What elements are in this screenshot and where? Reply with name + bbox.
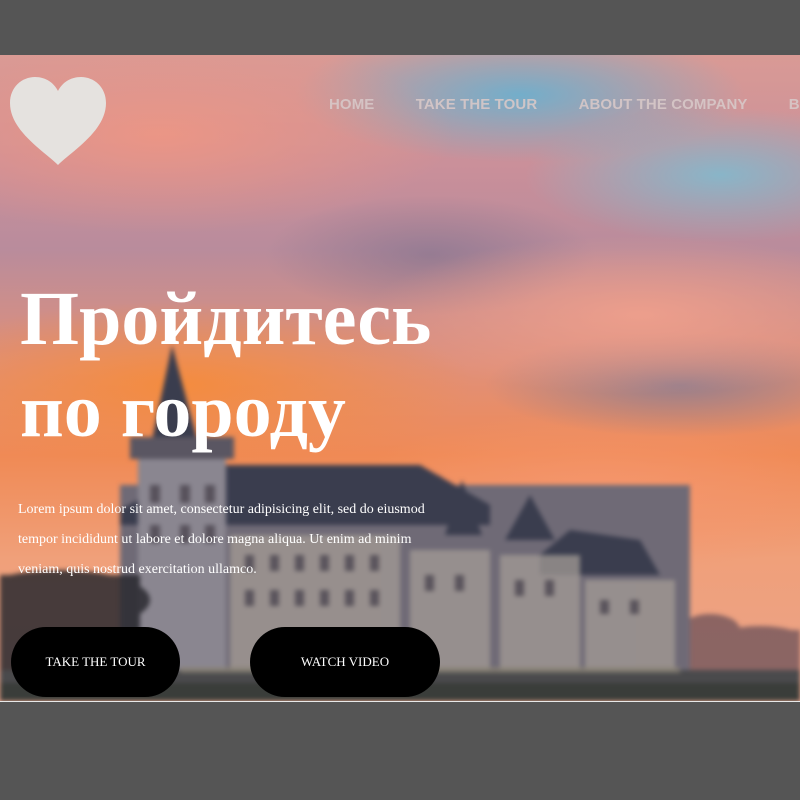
hero-description: Lorem ipsum dolor sit amet, consectetur … xyxy=(18,502,425,577)
hero-bottom-divider xyxy=(0,701,800,702)
nav-item-take-the-tour[interactable]: TAKE THE TOUR xyxy=(416,96,538,113)
hero-title-line-1: Пройдитесь xyxy=(20,277,432,361)
nav-item-home[interactable]: HOME xyxy=(329,96,374,113)
hero-title-line-2: по городу xyxy=(20,369,346,453)
hero-section: HOME TAKE THE TOUR ABOUT THE COMPANY BL … xyxy=(0,55,800,701)
watch-video-button[interactable]: WATCH VIDEO xyxy=(250,627,440,697)
take-the-tour-button[interactable]: TAKE THE TOUR xyxy=(11,627,180,697)
heart-icon[interactable] xyxy=(8,75,108,167)
main-navigation: HOME TAKE THE TOUR ABOUT THE COMPANY BL xyxy=(329,96,800,113)
nav-item-blog[interactable]: BL xyxy=(789,96,800,113)
site-header: HOME TAKE THE TOUR ABOUT THE COMPANY BL xyxy=(0,55,800,165)
hero-title: Пройдитесь по городу xyxy=(20,273,580,457)
nav-item-about-the-company[interactable]: ABOUT THE COMPANY xyxy=(579,96,748,113)
